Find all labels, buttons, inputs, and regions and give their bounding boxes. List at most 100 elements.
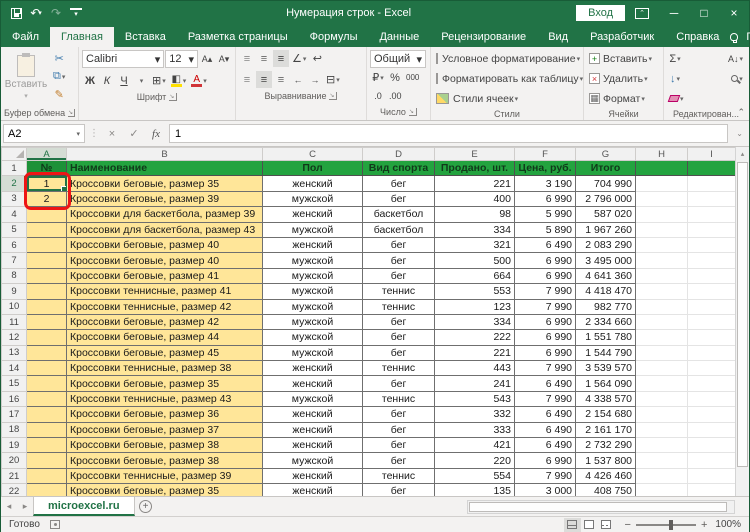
cell[interactable] bbox=[26, 360, 67, 377]
cell[interactable] bbox=[687, 406, 736, 423]
fill-color-button[interactable]: ◧ ▾ bbox=[169, 72, 189, 89]
cell[interactable]: 2 083 290 bbox=[575, 236, 636, 254]
cell[interactable]: 7 990 bbox=[514, 467, 576, 485]
wrap-text-button[interactable]: ↩ bbox=[309, 50, 325, 67]
cell[interactable]: 6 490 bbox=[514, 375, 576, 392]
vertical-scroll-thumb[interactable] bbox=[737, 162, 748, 467]
format-as-table-button[interactable]: Форматировать как таблицу ▾ bbox=[434, 70, 583, 87]
cell[interactable]: 1 564 090 bbox=[575, 375, 636, 392]
cell[interactable]: женский bbox=[262, 437, 363, 454]
column-header-B[interactable]: B bbox=[66, 147, 263, 161]
percent-button[interactable]: % bbox=[387, 69, 403, 86]
cell[interactable]: 6 490 bbox=[514, 421, 576, 439]
row-header[interactable]: 14 bbox=[1, 360, 27, 377]
cell[interactable] bbox=[687, 159, 736, 177]
cell[interactable] bbox=[687, 267, 736, 285]
cell[interactable] bbox=[635, 159, 688, 177]
cell[interactable] bbox=[635, 206, 688, 223]
cell[interactable]: бег bbox=[362, 252, 435, 269]
cell[interactable]: 3 495 000 bbox=[575, 252, 636, 269]
row-header[interactable]: 9 bbox=[1, 283, 27, 300]
cell[interactable]: 321 bbox=[434, 236, 515, 254]
cell[interactable]: теннис bbox=[362, 298, 435, 315]
enter-entry-icon[interactable]: ✓ bbox=[125, 127, 143, 140]
cell[interactable] bbox=[26, 437, 67, 454]
cell[interactable]: женский bbox=[262, 375, 363, 392]
maximize-button[interactable]: □ bbox=[689, 1, 719, 25]
tell-me-button[interactable]: Помощн bbox=[730, 31, 750, 47]
bold-button[interactable]: Ж bbox=[82, 72, 98, 89]
cell[interactable]: 5 990 bbox=[514, 206, 576, 223]
menu-tab-главная[interactable]: Главная bbox=[50, 27, 114, 47]
row-header[interactable]: 11 bbox=[1, 313, 27, 331]
menu-tab-вид[interactable]: Вид bbox=[537, 27, 579, 47]
cell[interactable]: 6 990 bbox=[514, 313, 576, 331]
zoom-level[interactable]: 100% bbox=[715, 519, 741, 530]
column-header-I[interactable]: I bbox=[687, 147, 736, 161]
cell[interactable]: 7 990 bbox=[514, 298, 576, 315]
cell[interactable]: 4 338 570 bbox=[575, 390, 636, 408]
cell[interactable]: Кроссовки теннисные, размер 39 bbox=[66, 467, 263, 485]
cell[interactable] bbox=[687, 437, 736, 454]
cell[interactable]: 2 161 170 bbox=[575, 421, 636, 439]
cell[interactable]: бег bbox=[362, 175, 435, 192]
row-header[interactable]: 6 bbox=[1, 236, 27, 254]
cell[interactable]: 4 641 360 bbox=[575, 267, 636, 285]
cell[interactable] bbox=[26, 221, 67, 238]
align-middle-button[interactable]: ≡ bbox=[256, 50, 272, 67]
delete-cells-button[interactable]: × Удалить ▾ bbox=[587, 70, 660, 87]
cell[interactable]: 4 426 460 bbox=[575, 467, 636, 485]
cell[interactable]: 6 990 bbox=[514, 267, 576, 285]
underline-button[interactable]: Ч bbox=[116, 72, 132, 89]
cell[interactable] bbox=[26, 467, 67, 485]
conditional-formatting-button[interactable]: Условное форматирование ▾ bbox=[434, 50, 580, 67]
menu-tab-рецензирование[interactable]: Рецензирование bbox=[430, 27, 537, 47]
cell[interactable] bbox=[687, 375, 736, 392]
select-all-corner[interactable] bbox=[1, 147, 27, 161]
row-header[interactable]: 15 bbox=[1, 375, 27, 392]
cell[interactable]: женский bbox=[262, 467, 363, 485]
cell[interactable]: 135 bbox=[434, 483, 515, 496]
header-cell-sport[interactable]: Вид спорта bbox=[362, 159, 435, 177]
cell[interactable]: Кроссовки теннисные, размер 41 bbox=[66, 283, 263, 300]
cell[interactable]: мужской bbox=[262, 267, 363, 285]
cell[interactable]: женский bbox=[262, 206, 363, 223]
cell[interactable]: теннис bbox=[362, 360, 435, 377]
page-break-view-button[interactable] bbox=[598, 518, 615, 532]
cell[interactable]: бег bbox=[362, 437, 435, 454]
cell[interactable]: 2 334 660 bbox=[575, 313, 636, 331]
cell[interactable] bbox=[26, 313, 67, 331]
cell[interactable]: Кроссовки беговые, размер 39 bbox=[66, 190, 263, 208]
cell[interactable] bbox=[687, 467, 736, 485]
cell[interactable]: 334 bbox=[434, 221, 515, 238]
header-cell-total[interactable]: Итого bbox=[575, 159, 636, 177]
cell[interactable] bbox=[26, 390, 67, 408]
row-header[interactable]: 2 bbox=[1, 175, 27, 192]
cell[interactable]: бег bbox=[362, 236, 435, 254]
cell[interactable]: теннис bbox=[362, 283, 435, 300]
row-header[interactable]: 10 bbox=[1, 298, 27, 315]
row-header[interactable]: 7 bbox=[1, 252, 27, 269]
cell[interactable]: Кроссовки беговые, размер 40 bbox=[66, 236, 263, 254]
decrease-indent-button[interactable]: ← bbox=[290, 71, 306, 88]
cell[interactable]: баскетбол bbox=[362, 221, 435, 238]
cell[interactable]: 98 bbox=[434, 206, 515, 223]
cell[interactable] bbox=[687, 360, 736, 377]
cell[interactable] bbox=[26, 421, 67, 439]
align-bottom-button[interactable]: ≡ bbox=[273, 50, 289, 67]
menu-tab-файл[interactable]: Файл bbox=[1, 27, 50, 47]
next-sheet-icon[interactable]: ▸ bbox=[17, 497, 33, 516]
formula-bar-splitter[interactable]: ⋮ bbox=[89, 128, 99, 139]
cell[interactable]: 400 bbox=[434, 190, 515, 208]
cell[interactable] bbox=[635, 175, 688, 192]
column-header-D[interactable]: D bbox=[362, 147, 435, 161]
cell[interactable]: 587 020 bbox=[575, 206, 636, 223]
cell[interactable]: 220 bbox=[434, 452, 515, 469]
cell[interactable]: 443 bbox=[434, 360, 515, 377]
cell[interactable] bbox=[635, 190, 688, 208]
cell[interactable]: 334 bbox=[434, 313, 515, 331]
cell[interactable]: 408 750 bbox=[575, 483, 636, 496]
horizontal-scroll-track[interactable] bbox=[467, 499, 735, 514]
cell[interactable] bbox=[687, 236, 736, 254]
row-header[interactable]: 20 bbox=[1, 452, 27, 469]
